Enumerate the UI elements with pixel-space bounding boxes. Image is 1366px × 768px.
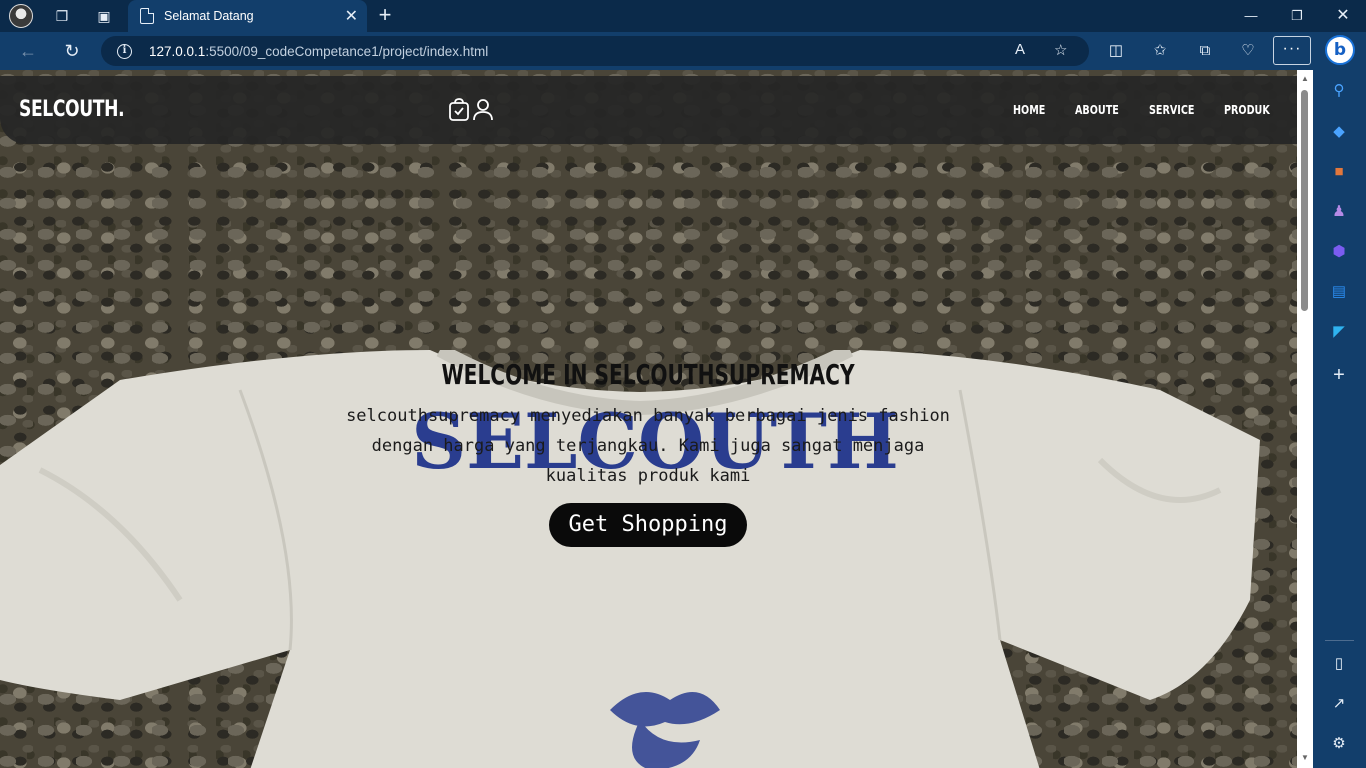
back-button[interactable]: ← bbox=[16, 40, 40, 62]
close-window-button[interactable]: ✕ bbox=[1328, 5, 1358, 27]
close-tab-icon[interactable]: ✕ bbox=[345, 6, 358, 26]
microsoft365-icon[interactable]: ⬢ bbox=[1329, 242, 1349, 262]
tools-briefcase-icon[interactable]: ■ bbox=[1329, 162, 1349, 182]
send-icon[interactable]: ◤ bbox=[1329, 322, 1349, 342]
site-info-icon[interactable]: i bbox=[117, 43, 132, 59]
page-scrollbar[interactable]: ▲ ▼ bbox=[1297, 70, 1313, 768]
workspaces-icon[interactable]: ❐ bbox=[52, 6, 72, 26]
new-tab-button[interactable]: + bbox=[374, 4, 396, 26]
search-icon[interactable]: ⚲ bbox=[1329, 81, 1349, 101]
url-path: :5500/09_codeCompetance1/project/index.h… bbox=[205, 43, 489, 59]
tab-title: Selamat Datang bbox=[164, 9, 254, 23]
sidebar-divider bbox=[1325, 640, 1354, 641]
collections-icon[interactable]: ⧉ bbox=[1194, 41, 1216, 61]
outlook-icon[interactable]: ▤ bbox=[1329, 282, 1349, 302]
browser-titlebar: ❐ ▣ Selamat Datang ✕ + — ❐ ✕ bbox=[0, 0, 1366, 32]
favorite-star-icon[interactable]: ☆ bbox=[1054, 41, 1067, 59]
add-sidebar-app-icon[interactable]: + bbox=[1329, 365, 1349, 385]
page-viewport: SELCOUTH SELCOUTH. HOME ABOUTE SERVICE P… bbox=[0, 70, 1297, 768]
read-aloud-icon[interactable]: A bbox=[1015, 41, 1025, 58]
browser-toolbar: ← ↻ i 127.0.0.1:5500/09_codeCompetance1/… bbox=[0, 32, 1366, 70]
hide-sidebar-icon[interactable]: ▯ bbox=[1329, 654, 1349, 674]
tab-actions-icon[interactable]: ▣ bbox=[94, 6, 114, 26]
edge-sidebar: ⚲ ◆ ■ ♟ ⬢ ▤ ◤ + ▯ ↗ ⚙ bbox=[1313, 70, 1366, 768]
restore-button[interactable]: ❐ bbox=[1282, 5, 1312, 27]
profile-avatar[interactable] bbox=[9, 4, 33, 28]
nav-link-service[interactable]: SERVICE bbox=[1149, 103, 1194, 117]
nav-link-aboute[interactable]: ABOUTE bbox=[1075, 103, 1119, 117]
hero-title: WELCOME IN SELCOUTHSUPREMACY bbox=[441, 358, 855, 391]
scroll-down-icon[interactable]: ▼ bbox=[1301, 753, 1309, 762]
hero-section: WELCOME IN SELCOUTHSUPREMACY selcouthsup… bbox=[330, 358, 966, 547]
minimize-button[interactable]: — bbox=[1236, 5, 1266, 27]
shopping-tag-icon[interactable]: ◆ bbox=[1329, 122, 1349, 142]
active-tab[interactable]: Selamat Datang ✕ bbox=[128, 0, 367, 32]
split-screen-icon[interactable]: ◫ bbox=[1105, 41, 1127, 61]
scroll-thumb[interactable] bbox=[1301, 90, 1308, 311]
refresh-button[interactable]: ↻ bbox=[60, 40, 84, 62]
site-navbar: SELCOUTH. HOME ABOUTE SERVICE PRODUK bbox=[0, 76, 1297, 144]
page-favicon-icon bbox=[140, 8, 154, 24]
get-shopping-button[interactable]: Get Shopping bbox=[548, 503, 748, 547]
url-host: 127.0.0.1 bbox=[149, 43, 206, 59]
games-icon[interactable]: ♟ bbox=[1329, 202, 1349, 222]
cart-icon[interactable] bbox=[448, 98, 470, 122]
browser-essentials-icon[interactable]: ♡ bbox=[1237, 41, 1259, 61]
nav-link-produk[interactable]: PRODUK bbox=[1224, 103, 1270, 117]
hero-description: selcouthsupremacy menyediakan banyak ber… bbox=[346, 406, 950, 486]
bing-copilot-icon[interactable]: b bbox=[1325, 35, 1355, 65]
open-external-icon[interactable]: ↗ bbox=[1329, 694, 1349, 714]
scroll-up-icon[interactable]: ▲ bbox=[1301, 74, 1309, 83]
favorites-icon[interactable]: ✩ bbox=[1149, 41, 1171, 61]
site-logo[interactable]: SELCOUTH. bbox=[19, 97, 125, 122]
gear-icon[interactable]: ⚙ bbox=[1329, 734, 1349, 754]
nav-link-home[interactable]: HOME bbox=[1013, 103, 1045, 117]
address-bar[interactable]: i 127.0.0.1:5500/09_codeCompetance1/proj… bbox=[101, 36, 1089, 66]
settings-more-button[interactable]: ··· bbox=[1273, 36, 1311, 65]
user-icon[interactable] bbox=[472, 98, 494, 122]
